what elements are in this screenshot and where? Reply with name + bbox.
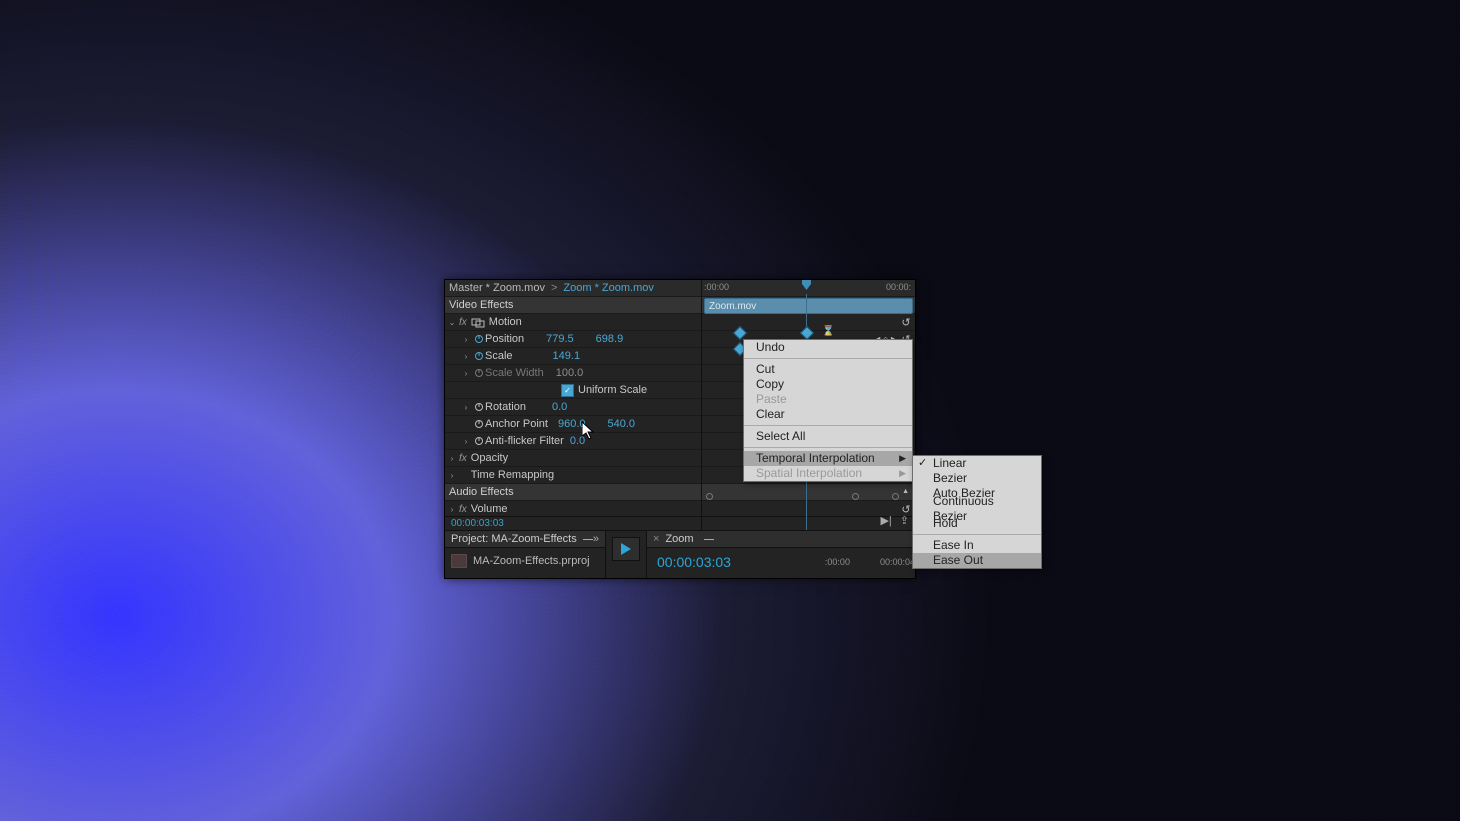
ruler-tick-1: 00:00:04 <box>880 557 915 567</box>
ruler-tick-1: 00:00: <box>886 282 911 292</box>
scale-width-label: Scale Width <box>485 367 544 379</box>
fx-badge-icon[interactable]: fx <box>459 317 467 328</box>
project-tab-label: Project: MA-Zoom-Effects <box>451 533 577 545</box>
stopwatch-marker-icon: ⌛ <box>822 326 834 337</box>
checkbox-checked-icon[interactable]: ✓ <box>561 384 574 397</box>
anti-flicker-label: Anti-flicker Filter <box>485 435 564 447</box>
sequence-ruler: :00:00 00:00:04 <box>825 547 915 577</box>
stopwatch-icon <box>473 367 485 379</box>
project-file-row[interactable]: MA-Zoom-Effects.prproj <box>445 548 605 574</box>
menu-separator <box>744 358 912 359</box>
scale-label: Scale <box>485 350 513 362</box>
time-remapping-label: Time Remapping <box>471 469 554 481</box>
menu-cut[interactable]: Cut <box>744 362 912 377</box>
project-panel: Project: MA-Zoom-Effects » MA-Zoom-Effec… <box>445 531 606 578</box>
play-icon <box>621 543 631 555</box>
menu-continuous-bezier[interactable]: Continuous Bezier <box>913 501 1041 516</box>
position-y-value[interactable]: 698.9 <box>596 333 624 345</box>
timeline-ruler[interactable]: :00:00 00:00: <box>702 280 915 297</box>
stopwatch-icon[interactable] <box>473 435 485 447</box>
stopwatch-icon[interactable] <box>473 418 485 430</box>
keyframe-dot-icon[interactable] <box>852 493 859 500</box>
playhead-icon[interactable] <box>802 280 811 290</box>
stopwatch-icon[interactable] <box>473 350 485 362</box>
play-control <box>606 531 647 578</box>
anchor-x-value[interactable]: 960.0 <box>558 418 586 430</box>
expand-toggle-icon[interactable]: › <box>459 352 473 361</box>
keyframe-dot-icon[interactable] <box>892 493 899 500</box>
expand-toggle-icon[interactable]: › <box>459 335 473 344</box>
menu-select-all[interactable]: Select All <box>744 429 912 444</box>
project-tab[interactable]: Project: MA-Zoom-Effects » <box>445 531 605 548</box>
context-menu: Undo Cut Copy Paste Clear Select All Tem… <box>743 339 913 482</box>
video-effects-label: Video Effects <box>449 297 513 313</box>
close-icon[interactable]: × <box>653 533 659 545</box>
master-clip-label[interactable]: Master * Zoom.mov <box>449 282 545 294</box>
check-icon: ✓ <box>918 456 927 471</box>
anchor-point-label: Anchor Point <box>485 418 548 430</box>
ruler-tick-0: :00:00 <box>825 557 850 567</box>
expand-toggle-icon[interactable]: › <box>459 369 473 378</box>
sequence-tab-label: Zoom <box>665 533 693 545</box>
scale-width-value: 100.0 <box>556 367 584 379</box>
keyframe-dot-icon[interactable] <box>706 493 713 500</box>
expand-toggle-icon[interactable]: ⌄ <box>445 318 459 327</box>
ruler-tick-0: :00:00 <box>704 282 729 292</box>
sequence-clip-label[interactable]: Zoom * Zoom.mov <box>563 282 653 294</box>
clip-bar[interactable]: Zoom.mov <box>704 298 913 314</box>
rotation-label: Rotation <box>485 401 526 413</box>
uniform-scale-label: Uniform Scale <box>578 384 647 396</box>
expand-toggle-icon[interactable]: › <box>445 505 459 514</box>
menu-linear[interactable]: ✓Linear <box>913 456 1041 471</box>
position-label: Position <box>485 333 524 345</box>
expand-toggle-icon[interactable]: › <box>445 454 459 463</box>
keyframe-icon[interactable] <box>733 326 747 340</box>
expand-toggle-icon[interactable]: › <box>459 437 473 446</box>
clip-name: Zoom.mov <box>709 301 756 312</box>
scale-value[interactable]: 149.1 <box>553 350 581 362</box>
bottom-strip: Project: MA-Zoom-Effects » MA-Zoom-Effec… <box>445 530 915 578</box>
play-button[interactable] <box>612 537 640 561</box>
menu-clear[interactable]: Clear <box>744 407 912 422</box>
menu-hold[interactable]: Hold <box>913 516 1041 531</box>
menu-spatial-interpolation: Spatial Interpolation▶ <box>744 466 912 481</box>
sequence-panel: × Zoom 00:00:03:03 :00:00 00:00:04 <box>647 531 915 578</box>
menu-separator <box>744 447 912 448</box>
menu-undo[interactable]: Undo <box>744 340 912 355</box>
audio-effects-label: Audio Effects <box>449 484 514 500</box>
anchor-y-value[interactable]: 540.0 <box>608 418 636 430</box>
menu-temporal-interpolation[interactable]: Temporal Interpolation▶ <box>744 451 912 466</box>
header-separator: > <box>551 282 557 294</box>
menu-ease-in[interactable]: Ease In <box>913 538 1041 553</box>
keyframe-icon[interactable] <box>800 326 814 340</box>
expand-toggle-icon[interactable]: › <box>445 471 459 480</box>
rotation-value[interactable]: 0.0 <box>552 401 567 413</box>
menu-copy[interactable]: Copy <box>744 377 912 392</box>
interpolation-submenu: ✓Linear Bezier Auto Bezier Continuous Be… <box>912 455 1042 569</box>
stopwatch-icon[interactable] <box>473 333 485 345</box>
menu-separator <box>744 425 912 426</box>
submenu-arrow-icon: ▶ <box>899 466 906 481</box>
fx-badge-icon[interactable]: fx <box>459 504 467 515</box>
menu-separator <box>913 534 1041 535</box>
menu-ease-out[interactable]: Ease Out <box>913 553 1041 568</box>
volume-label: Volume <box>471 503 508 515</box>
position-x-value[interactable]: 779.5 <box>546 333 574 345</box>
anti-flicker-value[interactable]: 0.0 <box>570 435 585 447</box>
panel-menu-icon[interactable] <box>583 539 593 540</box>
panel-menu-icon[interactable] <box>704 539 714 540</box>
expand-toggle-icon[interactable]: › <box>459 403 473 412</box>
chevron-double-icon[interactable]: » <box>593 533 599 545</box>
sequence-tab[interactable]: × Zoom <box>647 531 915 548</box>
project-file-label: MA-Zoom-Effects.prproj <box>473 555 590 567</box>
submenu-arrow-icon: ▶ <box>899 451 906 466</box>
fx-badge-icon[interactable]: fx <box>459 453 467 464</box>
stopwatch-icon[interactable] <box>473 401 485 413</box>
motion-icon <box>471 317 485 327</box>
menu-bezier[interactable]: Bezier <box>913 471 1041 486</box>
project-file-icon <box>451 554 467 568</box>
opacity-label: Opacity <box>471 452 508 464</box>
motion-label: Motion <box>489 316 522 328</box>
menu-paste: Paste <box>744 392 912 407</box>
